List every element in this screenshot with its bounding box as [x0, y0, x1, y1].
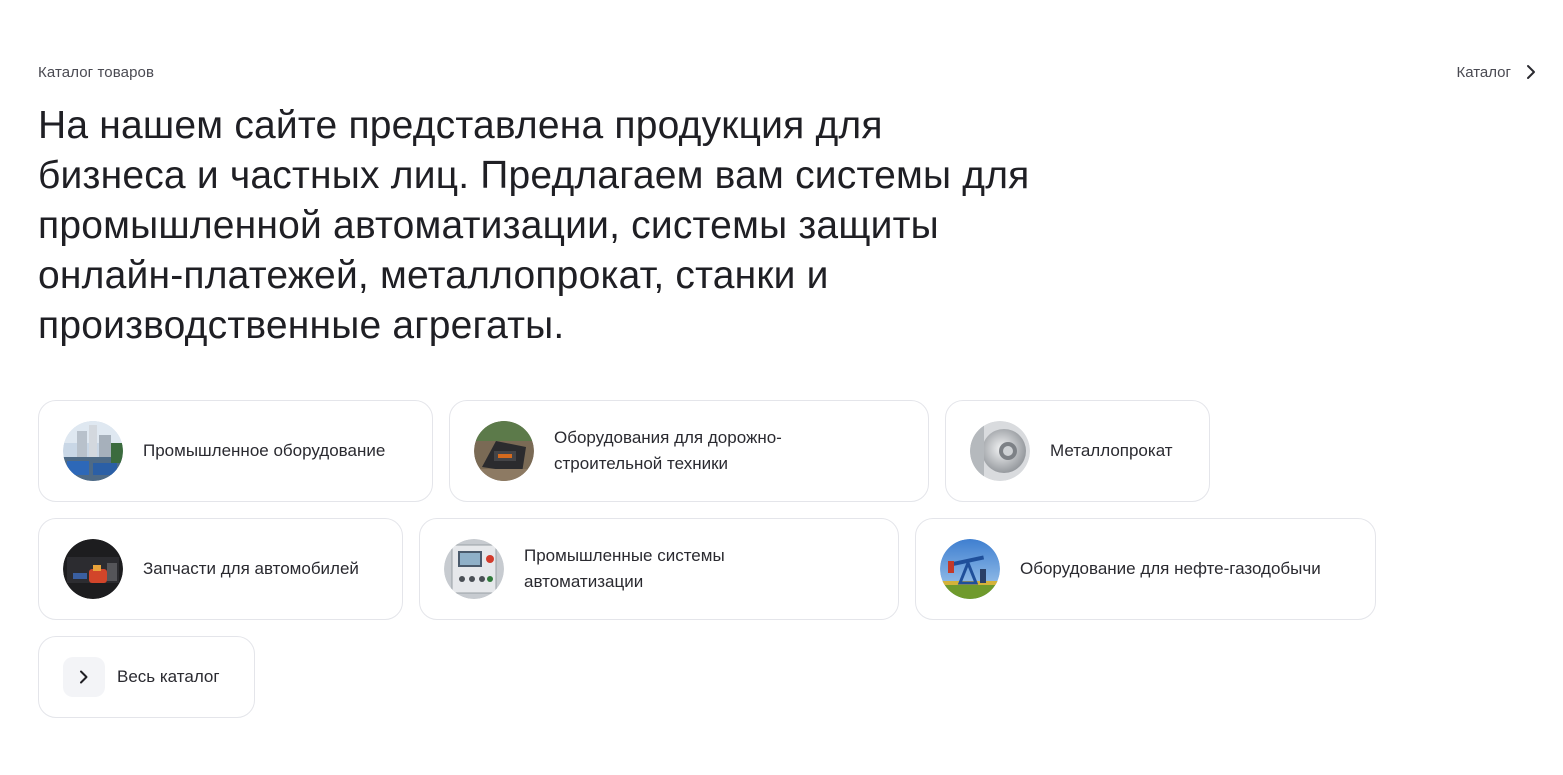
- category-card-metal-products[interactable]: Металлопрокат: [945, 400, 1210, 502]
- category-label: Оборудования для дорожно-строительной те…: [554, 428, 782, 473]
- metal-roll-icon: [970, 421, 1030, 481]
- category-row: Запчасти для автомобилей Промышленные си…: [38, 518, 1538, 620]
- all-catalog-label: Весь каталог: [117, 667, 220, 686]
- catalog-link-label: Каталог: [1456, 63, 1511, 81]
- catalog-link[interactable]: Каталог: [1456, 62, 1541, 82]
- road-machinery-icon: [474, 421, 534, 481]
- page-headline: На нашем сайте представлена продукция дл…: [38, 104, 1030, 347]
- category-row: Промышленное оборудование Оборудования д…: [38, 400, 1538, 502]
- industrial-plant-icon: [63, 421, 123, 481]
- all-catalog-arrow: [63, 657, 105, 697]
- all-catalog-button[interactable]: Весь каталог: [38, 636, 255, 718]
- category-card-road-machinery[interactable]: Оборудования для дорожно-строительной те…: [449, 400, 929, 502]
- category-card-industrial-equipment[interactable]: Промышленное оборудование: [38, 400, 433, 502]
- category-label: Промышленное оборудование: [143, 441, 386, 460]
- control-panel-icon: [444, 539, 504, 599]
- car-parts-icon: [63, 539, 123, 599]
- category-card-oil-gas-equipment[interactable]: Оборудование для нефте-газодобычи: [915, 518, 1376, 620]
- section-label: Каталог товаров: [38, 64, 155, 81]
- category-cards: Промышленное оборудование Оборудования д…: [38, 400, 1538, 734]
- category-row: Весь каталог: [38, 636, 1538, 718]
- category-label: Промышленные системы автоматизации: [524, 546, 725, 591]
- category-card-automation-systems[interactable]: Промышленные системы автоматизации: [419, 518, 899, 620]
- chevron-right-icon: [1527, 65, 1535, 79]
- chevron-right-icon: [80, 670, 88, 684]
- category-label: Запчасти для автомобилей: [143, 559, 359, 578]
- category-card-car-parts[interactable]: Запчасти для автомобилей: [38, 518, 403, 620]
- category-label: Оборудование для нефте-газодобычи: [1020, 559, 1321, 578]
- category-label: Металлопрокат: [1050, 441, 1173, 460]
- oil-pump-icon: [940, 539, 1000, 599]
